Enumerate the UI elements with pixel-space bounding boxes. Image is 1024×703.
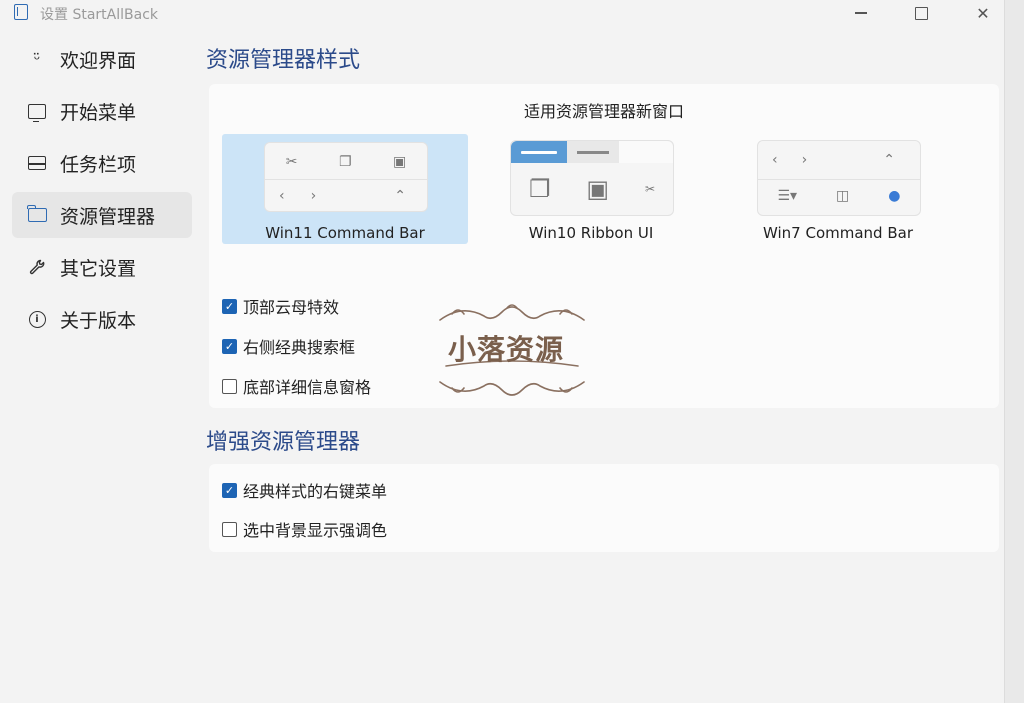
- checkbox-label: 经典样式的右键菜单: [243, 482, 388, 501]
- window-edge: [1004, 0, 1024, 703]
- cut-icon: ✂: [285, 154, 298, 170]
- sidebar-item-label: 欢迎界面: [60, 49, 137, 72]
- checkbox-classic-search[interactable]: ✓ 右侧经典搜索框: [222, 334, 355, 358]
- maximize-button[interactable]: [898, 0, 944, 26]
- sidebar-item-label: 资源管理器: [60, 205, 156, 228]
- style-caption: 适用资源管理器新窗口: [523, 102, 684, 121]
- checkbox-checked-icon: ✓: [222, 298, 237, 314]
- forward-icon: ›: [310, 188, 317, 204]
- section-title-explorer-style: 资源管理器样式: [206, 48, 361, 73]
- style-option-label: Win7 Command Bar: [763, 224, 913, 242]
- sidebar-item-explorer[interactable]: 资源管理器: [12, 192, 192, 238]
- checkbox-classic-context-menu[interactable]: ✓ 经典样式的右键菜单: [222, 478, 387, 502]
- sidebar-item-welcome[interactable]: ᵕ̈ 欢迎界面: [12, 36, 192, 82]
- watermark-text: 小落资源: [448, 333, 565, 366]
- win11-thumbnail: ✂ ❐ ▣ ‹ › ⌃: [264, 142, 428, 212]
- sidebar-item-label: 其它设置: [60, 257, 137, 280]
- sidebar-item-about[interactable]: i 关于版本: [12, 296, 192, 342]
- checkbox-label: 右侧经典搜索框: [243, 338, 356, 357]
- app-icon: [14, 4, 28, 20]
- forward-icon: ›: [801, 152, 808, 168]
- smile-icon: ᵕ̈: [33, 49, 41, 69]
- help-icon: ●: [888, 188, 901, 204]
- explorer-style-card: 适用资源管理器新窗口: [209, 84, 999, 408]
- style-option-win7[interactable]: ‹ › ⌃ ☰▾ ◫ ● Win7 Command Bar: [715, 134, 961, 244]
- window-title: 设置 StartAllBack: [40, 7, 158, 23]
- back-icon: ‹: [279, 188, 285, 204]
- taskbar-icon: [28, 156, 46, 170]
- sidebar-item-start-menu[interactable]: 开始菜单: [12, 88, 192, 134]
- sidebar: ᵕ̈ 欢迎界面 开始菜单 任务栏项 资源管理器 其它设置 i 关于版本: [12, 36, 192, 348]
- checkbox-mica-effect[interactable]: ✓ 顶部云母特效: [222, 294, 339, 318]
- checkbox-accent-selection[interactable]: 选中背景显示强调色: [222, 517, 387, 541]
- sidebar-item-label: 关于版本: [60, 309, 137, 332]
- back-icon: ‹: [772, 152, 778, 168]
- style-option-label: Win11 Command Bar: [265, 224, 425, 242]
- checkbox-details-pane[interactable]: 底部详细信息窗格: [222, 374, 371, 398]
- paste-icon: ▣: [586, 175, 610, 203]
- close-button[interactable]: ✕: [960, 0, 1006, 26]
- info-icon: i: [28, 310, 46, 328]
- checkbox-unchecked-icon: [222, 378, 237, 394]
- sidebar-item-taskbar[interactable]: 任务栏项: [12, 140, 192, 186]
- watermark: 小落资源: [432, 300, 592, 400]
- checkbox-label: 选中背景显示强调色: [243, 521, 388, 540]
- win10-thumbnail: ❐ ▣ ✂: [510, 140, 674, 216]
- cut-icon: ✂: [644, 182, 656, 196]
- copy-icon: ❐: [528, 175, 551, 203]
- checkbox-label: 底部详细信息窗格: [243, 378, 372, 397]
- paste-icon: ▣: [393, 154, 407, 170]
- section-title-enhance: 增强资源管理器: [206, 430, 361, 455]
- settings-window: 设置 StartAllBack ✕ ᵕ̈ 欢迎界面 开始菜单 任务栏项 资源管理…: [0, 0, 1024, 703]
- title-bar: 设置 StartAllBack ✕: [0, 0, 1024, 26]
- minimize-button[interactable]: [838, 0, 884, 26]
- folder-icon: [26, 205, 47, 222]
- checkbox-checked-icon: ✓: [222, 482, 237, 498]
- view-list-icon: ☰▾: [777, 188, 798, 204]
- up-icon: ⌃: [394, 188, 406, 204]
- monitor-icon: [28, 103, 46, 122]
- win7-thumbnail: ‹ › ⌃ ☰▾ ◫ ●: [757, 140, 921, 216]
- checkbox-checked-icon: ✓: [222, 338, 237, 354]
- sidebar-item-label: 任务栏项: [60, 153, 137, 176]
- up-icon: ⌃: [883, 152, 895, 168]
- style-option-win11[interactable]: ✂ ❐ ▣ ‹ › ⌃ Win11 Command Bar: [222, 134, 468, 244]
- maximize-icon: [914, 6, 928, 20]
- style-option-label: Win10 Ribbon UI: [528, 224, 654, 242]
- sidebar-item-label: 开始菜单: [60, 101, 137, 124]
- minimize-icon: [855, 12, 867, 14]
- checkbox-label: 顶部云母特效: [243, 298, 340, 317]
- pane-icon: ◫: [836, 188, 850, 204]
- style-option-win10[interactable]: ❐ ▣ ✂ Win10 Ribbon UI: [468, 134, 714, 244]
- wrench-icon: [26, 258, 48, 276]
- close-icon: ✕: [976, 3, 990, 23]
- sidebar-item-other-settings[interactable]: 其它设置: [12, 244, 192, 290]
- copy-icon: ❐: [338, 154, 352, 170]
- checkbox-unchecked-icon: [222, 521, 237, 537]
